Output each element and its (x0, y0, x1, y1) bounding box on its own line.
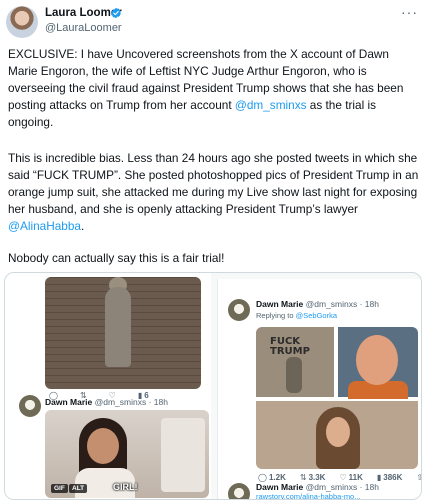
more-options-icon[interactable]: ··· (401, 4, 418, 20)
views-icon[interactable]: ▮ 386K (377, 473, 403, 482)
mention-link[interactable]: @dm_sminxs (235, 98, 307, 112)
retweet-icon[interactable]: ⇅ 3.3K (300, 473, 326, 482)
screenshot-right[interactable]: Dawn Marie @dm_sminxs · 18h Replying to … (217, 279, 421, 499)
verified-badge-icon (111, 7, 121, 19)
replying-to: Replying to @SebGorka (256, 311, 337, 320)
dawn-marie-avatar[interactable] (228, 299, 250, 321)
image-grid[interactable]: FUCK TRUMP (256, 327, 418, 469)
tweet-media[interactable]: ◯ ⇅ ♡ ▮ 6 Dawn Marie @dm_sminxs · 18h GIF… (4, 272, 422, 500)
gif-photo[interactable]: GIF ALT GIRL! (45, 410, 209, 498)
gif-caption: GIRL! (113, 482, 138, 492)
graffiti-image[interactable]: FUCK TRUMP (256, 327, 334, 397)
alt-badge[interactable]: ALT (69, 484, 88, 493)
tweet-text: This is incredible bias. Less than 24 ho… (8, 151, 419, 216)
mugshot-face (356, 335, 398, 385)
tweet-paragraph-2: This is incredible bias. Less than 24 ho… (8, 150, 420, 235)
mugshot-image[interactable] (338, 327, 418, 399)
tweet-header: Laura Loomer @LauraLoomer ··· (0, 0, 426, 44)
dawn-marie-avatar[interactable] (228, 483, 250, 499)
woman-photo[interactable] (256, 401, 418, 469)
author-handle[interactable]: @LauraLoomer (45, 22, 122, 34)
share-icon[interactable]: ⇧ (416, 473, 421, 482)
gif-badge: GIF (51, 484, 68, 493)
tweet-paragraph-3: Nobody can actually say this is a fair t… (8, 251, 225, 265)
post-author[interactable]: Dawn Marie @dm_sminxs · 18h (256, 482, 379, 492)
post-author[interactable]: Dawn Marie @dm_sminxs · 18h (45, 397, 168, 407)
tweet-paragraph-1: EXCLUSIVE: I have Uncovered screenshots … (8, 46, 420, 131)
dawn-marie-avatar[interactable] (19, 395, 41, 417)
mention-link[interactable]: @AlinaHabba (8, 219, 81, 233)
figure-body (105, 287, 131, 367)
woman-face (326, 417, 350, 447)
like-icon[interactable]: ♡ 11K (339, 473, 362, 482)
post-link[interactable]: rawstory.com/alina-habba-mo... (256, 492, 360, 499)
wall-photo (45, 277, 201, 389)
post-author[interactable]: Dawn Marie @dm_sminxs · 18h (256, 299, 379, 309)
mention-link[interactable]: @SebGorka (296, 311, 337, 320)
graffiti-person (286, 357, 302, 393)
reply-icon[interactable]: ◯ 1.2K (258, 473, 286, 482)
tweet-text: . (80, 219, 85, 233)
author-avatar[interactable] (6, 6, 38, 38)
right-action-bar: ◯1.2K ⇅3.3K ♡11K ▮386K ⇧ (258, 473, 421, 482)
graffiti-text: FUCK TRUMP (270, 336, 310, 357)
screenshot-left[interactable]: ◯ ⇅ ♡ ▮ 6 Dawn Marie @dm_sminxs · 18h GIF… (5, 273, 211, 499)
woman-face (87, 428, 119, 464)
chair (161, 418, 205, 492)
